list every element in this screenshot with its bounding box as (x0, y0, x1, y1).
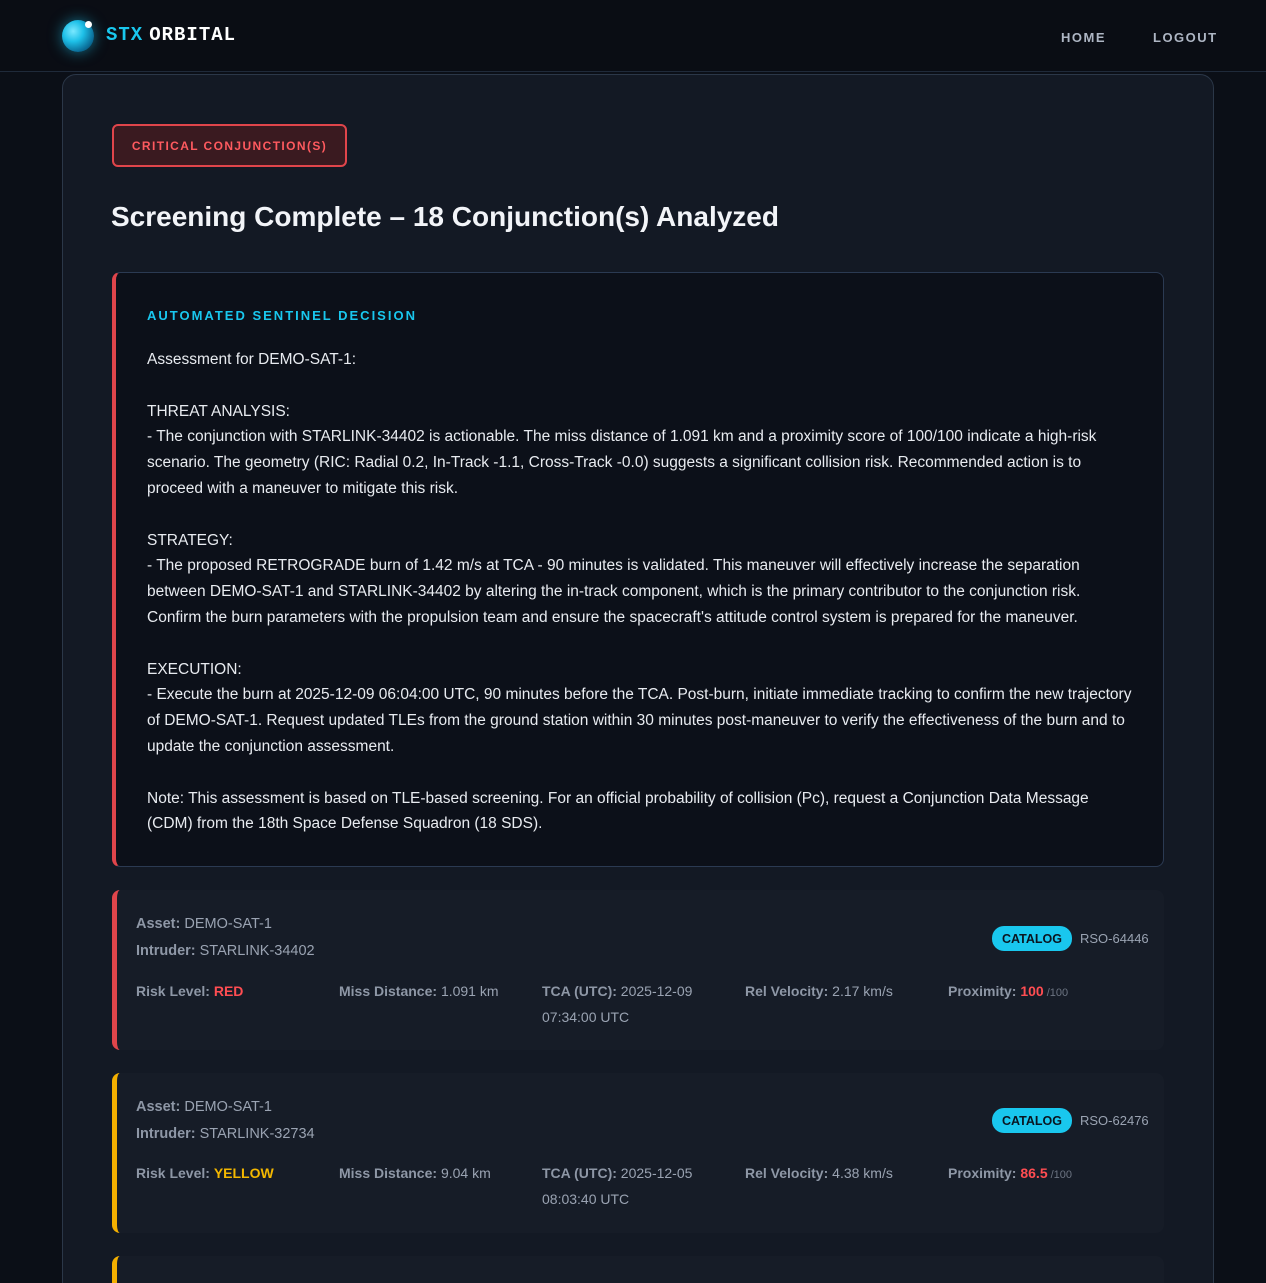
proximity-label: Proximity: (948, 1165, 1017, 1181)
status-badge: CRITICAL CONJUNCTION(S) (112, 124, 347, 167)
decision-body: Assessment for DEMO-SAT-1: THREAT ANALYS… (147, 351, 1132, 833)
asset-row: Asset: DEMO-SAT-1 (136, 1094, 272, 1120)
intruder-label: Intruder: (136, 1126, 196, 1142)
brand-part-2: ORBITAL (149, 24, 237, 46)
rel-velocity-metric: Rel Velocity: 4.38 km/s (745, 1160, 930, 1186)
risk-level-metric: Risk Level: YELLOW (136, 1160, 321, 1186)
miss-distance-label: Miss Distance: (339, 1165, 438, 1181)
asset-label: Asset: (136, 1099, 181, 1115)
rel-velocity-value: 4.38 km/s (832, 1165, 893, 1181)
intruder-value: STARLINK-34402 (199, 943, 315, 959)
proximity-metric: Proximity: 100/100 (948, 978, 1133, 1006)
rso-id: RSO-64446 (1080, 931, 1149, 946)
miss-distance-value: 1.091 km (440, 983, 499, 999)
proximity-value: 100 (1020, 983, 1044, 999)
tca-date-value: 2025-12-05 (620, 1165, 693, 1181)
intruder-label: Intruder: (136, 943, 196, 959)
nav-home-link[interactable]: HOME (1061, 30, 1106, 45)
miss-distance-metric: Miss Distance: 1.091 km (339, 978, 524, 1004)
tca-metric: TCA (UTC): 2025-12-09 07:34:00 UTC (542, 978, 727, 1030)
proximity-value: 86.5 (1020, 1165, 1048, 1181)
rel-velocity-label: Rel Velocity: (745, 1165, 829, 1181)
proximity-metric: Proximity: 86.5/100 (948, 1160, 1133, 1188)
miss-distance-label: Miss Distance: (339, 983, 438, 999)
decision-heading: AUTOMATED SENTINEL DECISION (147, 308, 417, 323)
rel-velocity-metric: Rel Velocity: 2.17 km/s (745, 978, 930, 1004)
tca-time-value: 07:34:00 UTC (542, 1009, 630, 1025)
rso-id: RSO-62476 (1080, 1113, 1149, 1128)
brand-part-1: STX (106, 24, 144, 46)
asset-label: Asset: (136, 916, 181, 932)
intruder-row: Intruder: STARLINK-32734 (136, 1121, 315, 1147)
risk-level-metric: Risk Level: RED (136, 978, 321, 1004)
miss-distance-value: 9.04 km (440, 1165, 491, 1181)
rel-velocity-label: Rel Velocity: (745, 983, 829, 999)
tca-time-value: 08:03:40 UTC (542, 1191, 630, 1207)
tca-label: TCA (UTC): (542, 983, 617, 999)
proximity-label: Proximity: (948, 983, 1017, 999)
asset-row: Asset: DEMO-SAT-1 (136, 911, 272, 937)
asset-value: DEMO-SAT-1 (184, 1099, 272, 1115)
tca-label: TCA (UTC): (542, 1165, 617, 1181)
page-title: Screening Complete – 18 Conjunction(s) A… (111, 201, 779, 232)
proximity-max: /100 (1050, 1169, 1073, 1181)
asset-value: DEMO-SAT-1 (184, 916, 272, 932)
rel-velocity-value: 2.17 km/s (832, 983, 893, 999)
intruder-row: Intruder: STARLINK-34402 (136, 938, 315, 964)
risk-level-value: RED (213, 983, 244, 999)
satellite-dot-icon (85, 21, 92, 28)
catalog-badge: CATALOG (992, 926, 1072, 951)
catalog-badge: CATALOG (992, 1108, 1072, 1133)
brand-name[interactable]: STX ORBITAL (106, 24, 236, 46)
proximity-max: /100 (1046, 987, 1069, 999)
risk-level-label: Risk Level: (136, 983, 210, 999)
intruder-value: STARLINK-32734 (199, 1126, 315, 1142)
miss-distance-metric: Miss Distance: 9.04 km (339, 1160, 524, 1186)
risk-level-label: Risk Level: (136, 1165, 210, 1181)
nav-logout-link[interactable]: LOGOUT (1153, 30, 1218, 45)
tca-date-value: 2025-12-09 (620, 983, 693, 999)
conjunction-card[interactable] (112, 1256, 1164, 1283)
tca-metric: TCA (UTC): 2025-12-05 08:03:40 UTC (542, 1160, 727, 1212)
planet-logo-icon (62, 20, 94, 52)
risk-level-value: YELLOW (213, 1165, 274, 1181)
